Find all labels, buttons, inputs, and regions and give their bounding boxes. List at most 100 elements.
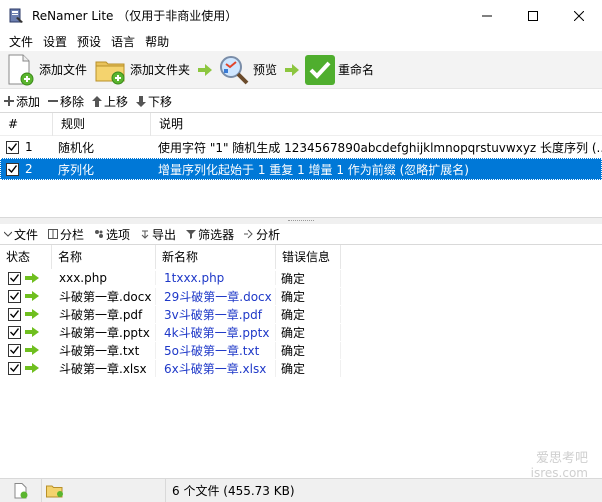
filter-menu-label: 筛选器 <box>198 227 235 242</box>
rename-button[interactable]: 重命名 <box>305 54 375 85</box>
rule-description: 增量序列化起始于 1 重复 1 增量 1 作为前缀 (忽略扩展名) <box>158 162 469 177</box>
analyze-icon <box>244 229 253 239</box>
file-new-name: 6x斗破第一章.xlsx <box>156 359 276 377</box>
file-row[interactable]: 斗破第一章.xlsx 6x斗破第一章.xlsx 确定 <box>0 359 602 377</box>
rule-row[interactable]: 1 随机化 使用字符 "1" 随机生成 1234567890abcdefghij… <box>0 136 602 158</box>
menu-presets[interactable]: 预设 <box>72 33 106 50</box>
file-name: 斗破第一章.docx <box>52 287 156 305</box>
move-down-label: 下移 <box>148 94 173 109</box>
files-menu-button[interactable]: 文件 <box>4 226 38 243</box>
move-down-button[interactable]: 下移 <box>136 93 172 110</box>
splitter-grip[interactable] <box>288 220 314 222</box>
file-checkbox[interactable] <box>8 361 21 375</box>
file-checkbox[interactable] <box>8 271 21 285</box>
file-name: 斗破第一章.pdf <box>52 305 156 323</box>
file-row[interactable]: 斗破第一章.txt 5o斗破第一章.txt 确定 <box>0 341 602 359</box>
rule-row-selected[interactable]: 2 序列化 增量序列化起始于 1 重复 1 增量 1 作为前缀 (忽略扩展名) <box>0 158 602 180</box>
file-name: xxx.php <box>52 271 156 285</box>
menu-file[interactable]: 文件 <box>4 33 38 50</box>
checkmark-icon <box>305 54 336 85</box>
analyze-menu-button[interactable]: 分析 <box>244 226 280 243</box>
columns-menu-label: 分栏 <box>60 227 85 242</box>
move-up-button[interactable]: 上移 <box>92 93 128 110</box>
columns-menu-button[interactable]: 分栏 <box>48 226 84 243</box>
minus-icon <box>48 100 59 102</box>
add-files-button[interactable]: 添加文件 <box>6 54 87 86</box>
status-arrow-icon <box>25 327 39 337</box>
file-toolbar: 文件 分栏 选项 导出 筛选器 分析 <box>0 224 602 244</box>
file-checkbox[interactable] <box>8 307 21 321</box>
filter-icon <box>186 230 197 239</box>
dropdown-arrow-icon <box>4 231 12 237</box>
analyze-menu-label: 分析 <box>256 227 281 242</box>
menu-help[interactable]: 帮助 <box>140 33 174 50</box>
files-col-state[interactable]: 状态 <box>0 245 52 269</box>
rule-checkbox[interactable] <box>6 140 19 154</box>
rule-number: 2 <box>25 162 33 176</box>
rule-name: 序列化 <box>58 162 95 177</box>
plus-icon <box>4 96 14 106</box>
add-folders-button[interactable]: 添加文件夹 <box>95 54 190 86</box>
rule-toolbar: 添加 移除 上移 下移 <box>0 90 602 112</box>
file-error: 确定 <box>276 341 341 359</box>
file-new-name: 4k斗破第一章.pptx <box>156 323 276 341</box>
rule-name: 随机化 <box>58 140 95 155</box>
rules-col-num[interactable]: # <box>0 112 53 136</box>
watermark-line1: 爱思考吧 <box>535 451 588 466</box>
options-menu-button[interactable]: 选项 <box>94 226 130 243</box>
file-checkbox[interactable] <box>8 325 21 339</box>
arrow-down-icon <box>136 95 147 107</box>
app-icon <box>8 8 24 24</box>
add-file-icon <box>8 54 34 85</box>
file-row[interactable]: 斗破第一章.docx 29斗破第一章.docx 确定 <box>0 287 602 305</box>
rule-checkbox[interactable] <box>6 162 19 176</box>
files-col-new[interactable]: 新名称 <box>156 245 276 269</box>
columns-icon <box>48 229 59 239</box>
files-header: 状态 名称 新名称 错误信息 <box>0 245 602 269</box>
title-bar: ReNamer Lite （仅用于非商业使用） <box>0 0 602 31</box>
files-menu-label: 文件 <box>14 227 39 242</box>
arrow-right-icon <box>285 63 300 76</box>
preview-label: 预览 <box>253 63 278 77</box>
status-arrow-icon <box>25 291 39 301</box>
status-cell-folder[interactable] <box>42 478 166 502</box>
add-rule-button[interactable]: 添加 <box>4 93 40 110</box>
file-name: 斗破第一章.txt <box>52 341 156 359</box>
window-title: ReNamer Lite （仅用于非商业使用） <box>32 9 238 23</box>
menu-settings[interactable]: 设置 <box>38 33 72 50</box>
file-row[interactable]: xxx.php 1txxx.php 确定 <box>0 269 602 287</box>
file-row[interactable]: 斗破第一章.pdf 3v斗破第一章.pdf 确定 <box>0 305 602 323</box>
file-checkbox[interactable] <box>8 289 21 303</box>
options-menu-label: 选项 <box>106 227 131 242</box>
rename-label: 重命名 <box>338 63 375 77</box>
close-button[interactable] <box>556 0 602 31</box>
status-arrow-icon <box>25 273 39 283</box>
status-summary: 6 个文件 (455.73 KB) <box>172 484 295 498</box>
status-cell-file[interactable] <box>0 478 42 502</box>
main-toolbar: 添加文件 添加文件夹 预览 重命名 <box>0 51 602 89</box>
rules-col-rule[interactable]: 规则 <box>53 112 151 136</box>
files-col-name[interactable]: 名称 <box>52 245 156 269</box>
export-icon <box>141 230 149 239</box>
add-folder-icon <box>95 61 125 84</box>
add-rule-label: 添加 <box>16 94 41 109</box>
preview-button[interactable]: 预览 <box>218 54 277 86</box>
status-cell-summary: 6 个文件 (455.73 KB) <box>166 479 602 502</box>
menu-language[interactable]: 语言 <box>106 33 140 50</box>
rules-col-desc[interactable]: 说明 <box>151 113 602 136</box>
arrow-right-icon <box>198 63 213 76</box>
maximize-button[interactable] <box>510 0 556 31</box>
file-error: 确定 <box>276 305 341 323</box>
minimize-button[interactable] <box>464 0 510 31</box>
filter-menu-button[interactable]: 筛选器 <box>186 226 234 243</box>
file-new-name: 5o斗破第一章.txt <box>156 341 276 359</box>
file-error: 确定 <box>276 359 341 377</box>
file-new-name: 29斗破第一章.docx <box>156 287 276 305</box>
status-arrow-icon <box>25 345 39 355</box>
file-row[interactable]: 斗破第一章.pptx 4k斗破第一章.pptx 确定 <box>0 323 602 341</box>
file-checkbox[interactable] <box>8 343 21 357</box>
files-col-error[interactable]: 错误信息 <box>276 245 341 269</box>
rule-number: 1 <box>25 140 33 154</box>
export-menu-button[interactable]: 导出 <box>140 226 176 243</box>
remove-rule-button[interactable]: 移除 <box>48 93 84 110</box>
